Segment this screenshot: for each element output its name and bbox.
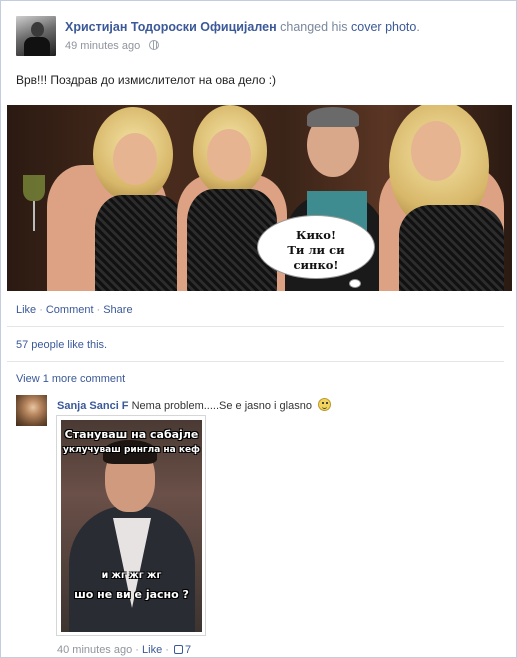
comment-photo[interactable]: Стануваш на сабајле уклучуваш рингла на …: [56, 415, 206, 636]
comment-like-count[interactable]: 7: [185, 644, 191, 656]
speech-bubble: Кико! Ти ли си синко!: [257, 215, 375, 279]
post-header: Христијан Тодороски Официјален changed h…: [65, 20, 420, 34]
meme-caption-bottom: шо не ви е јасно ?: [74, 588, 189, 601]
commenter-avatar[interactable]: [16, 395, 47, 426]
smiley-icon: [318, 398, 332, 411]
cover-photo-link[interactable]: cover photo: [351, 20, 416, 34]
likes-summary[interactable]: 57 people like this.: [16, 339, 107, 351]
cover-photo[interactable]: Кико! Ти ли си синко!: [7, 105, 512, 291]
post-card: Христијан Тодороски Официјален changed h…: [0, 0, 517, 658]
divider: [7, 361, 504, 362]
comment-body: Sanja Sanci F Nema problem.....Se e jasn…: [57, 398, 332, 412]
post-actions: Like · Comment · Share: [16, 304, 133, 316]
thought-bubble-small: [349, 279, 361, 288]
thumbs-up-icon[interactable]: [174, 645, 183, 654]
post-action-text: changed his cover photo.: [280, 20, 420, 34]
share-link[interactable]: Share: [103, 304, 132, 316]
comment-text: Nema problem.....Se e jasno i glasno: [131, 400, 312, 412]
meme-caption-third: и жг жг жг: [101, 570, 162, 581]
post-text: Врв!!! Поздрав до измислителот на ова де…: [16, 73, 277, 87]
commenter-name-link[interactable]: Sanja Sanci F: [57, 400, 129, 412]
meme-caption-second: уклучуваш рингла на кеф: [63, 445, 200, 455]
post-author-link[interactable]: Христијан Тодороски Официјален: [65, 20, 277, 34]
comment-link[interactable]: Comment: [46, 304, 94, 316]
comment-like-link[interactable]: Like: [142, 644, 162, 656]
meme-caption-top: Стануваш на сабајле: [64, 428, 199, 441]
author-avatar[interactable]: [16, 16, 56, 56]
globe-icon[interactable]: [149, 40, 160, 50]
comment-timestamp[interactable]: 40 minutes ago: [57, 644, 132, 656]
post-timestamp[interactable]: 49 minutes ago: [65, 40, 140, 52]
divider: [7, 326, 504, 327]
comment-meta: 40 minutes ago · Like · 7: [57, 644, 192, 656]
post-meta: 49 minutes ago: [65, 40, 160, 52]
like-link[interactable]: Like: [16, 304, 36, 316]
view-more-comments-link[interactable]: View 1 more comment: [16, 373, 125, 385]
